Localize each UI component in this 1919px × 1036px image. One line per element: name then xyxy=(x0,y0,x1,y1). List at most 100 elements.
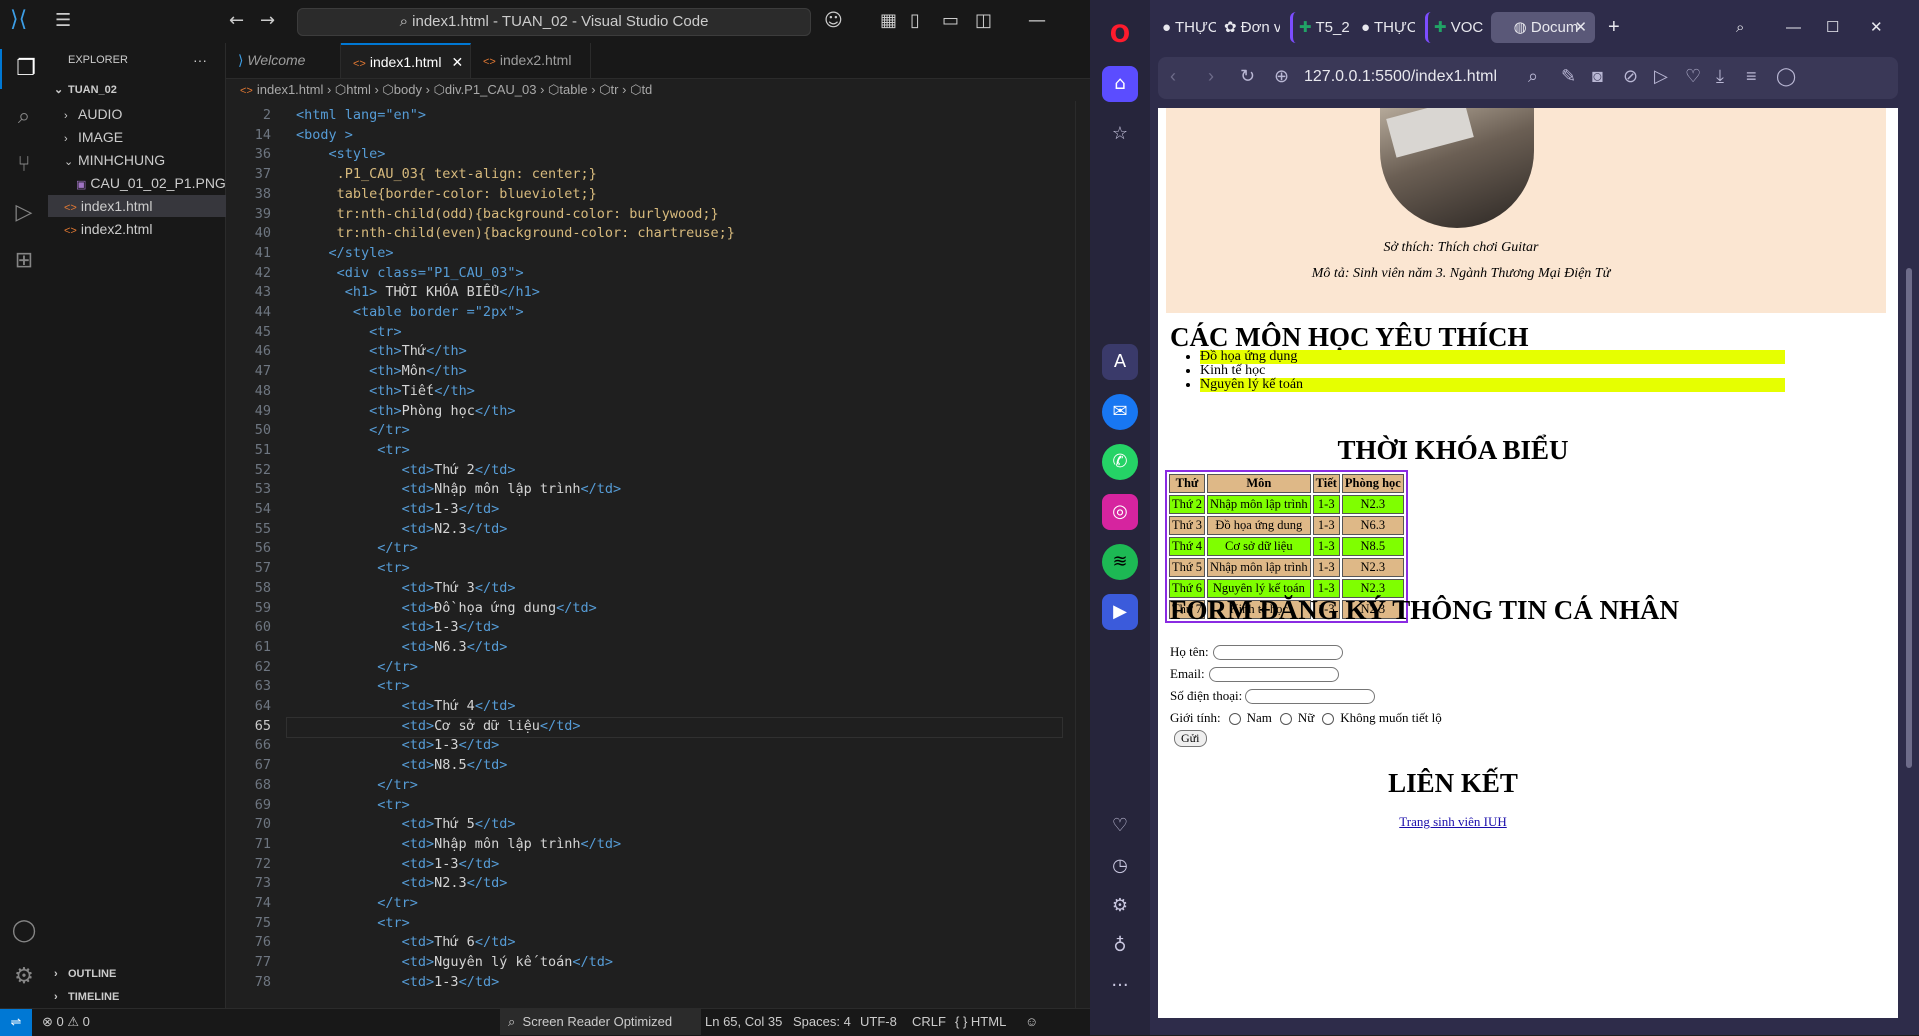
tab-index2[interactable]: <> index2.html xyxy=(471,43,591,78)
minimap[interactable] xyxy=(1075,101,1090,1008)
back-icon[interactable]: ‹ xyxy=(1170,66,1176,87)
line-ending[interactable]: CRLF xyxy=(912,1009,946,1035)
extensions-icon[interactable]: ⊞ xyxy=(0,241,48,281)
bookmark-heart-icon[interactable]: ♡ xyxy=(1685,66,1701,87)
breadcrumb-item[interactable]: table xyxy=(559,82,587,97)
search-icon[interactable]: ⌕ xyxy=(0,97,48,137)
easy-setup-icon[interactable]: ≡ xyxy=(1746,66,1757,87)
url-input[interactable]: 127.0.0.1:5500/index1.html xyxy=(1304,68,1497,86)
aria-icon[interactable]: A xyxy=(1102,344,1138,380)
reload-icon[interactable]: ↻ xyxy=(1240,66,1255,87)
opera-logo-icon[interactable]: O xyxy=(1102,16,1138,52)
settings-gear-icon[interactable]: ⚙ xyxy=(1102,888,1138,924)
history-icon[interactable]: ◷ xyxy=(1102,848,1138,884)
home-icon[interactable]: ⌂ xyxy=(1102,66,1138,102)
gender-radio-khong[interactable] xyxy=(1322,713,1335,726)
zoom-search-icon[interactable]: ⌕ xyxy=(1528,66,1538,87)
close-icon[interactable]: ✕ xyxy=(451,54,463,70)
breadcrumb-item[interactable]: tr xyxy=(611,82,619,97)
breadcrumb-item[interactable]: index1.html xyxy=(257,82,323,97)
web-page[interactable]: Sở thích: Thích chơi Guitar Mô tả: Sinh … xyxy=(1158,108,1898,1018)
scrollbar-thumb[interactable] xyxy=(1906,268,1912,768)
tips-bulb-icon[interactable]: ♁ xyxy=(1102,928,1138,964)
toggle-panel-icon[interactable]: ▭ xyxy=(942,10,959,31)
breadcrumb-item[interactable]: body xyxy=(394,82,422,97)
minimize-icon[interactable]: — xyxy=(1780,12,1810,43)
forward-icon[interactable]: › xyxy=(1208,66,1214,87)
name-input[interactable] xyxy=(1213,645,1343,660)
account-icon[interactable]: ◯ xyxy=(0,911,48,951)
workspace-root[interactable]: ⌄ TUAN_02 xyxy=(48,79,231,101)
browser-tab[interactable]: ● THỰC xyxy=(1156,12,1216,43)
close-tab-icon[interactable]: ✕ xyxy=(1574,12,1587,43)
tab-welcome[interactable]: ⟩ Welcome xyxy=(226,43,341,78)
edit-icon[interactable]: ✎ xyxy=(1561,66,1576,87)
browser-tab[interactable]: ● THỰC xyxy=(1355,12,1415,43)
source-control-icon[interactable]: ⑂ xyxy=(0,145,48,185)
email-input[interactable] xyxy=(1209,667,1339,682)
gender-radio-nu[interactable] xyxy=(1279,713,1292,726)
outline-section[interactable]: › OUTLINE xyxy=(48,963,231,985)
tree-file-index2[interactable]: <> index2.html xyxy=(48,218,241,240)
new-tab-button[interactable]: + xyxy=(1602,12,1632,43)
browser-tab[interactable]: ✿ Đơn v xyxy=(1218,12,1280,43)
page-scrollbar[interactable] xyxy=(1903,108,1917,1018)
phone-input[interactable] xyxy=(1245,689,1375,704)
problems-indicator[interactable]: ⊗ 0 ⚠ 0 xyxy=(42,1009,90,1035)
forward-icon[interactable]: → xyxy=(260,10,275,31)
tree-file-png[interactable]: ▣ CAU_01_02_P1.PNG xyxy=(48,172,253,194)
toggle-secondary-icon[interactable]: ◫ xyxy=(975,10,992,31)
language-mode[interactable]: { } HTML xyxy=(955,1009,1006,1035)
command-center[interactable]: ⌕ index1.html - TUAN_02 - Visual Studio … xyxy=(297,8,811,36)
iuh-link[interactable]: Trang sinh viên IUH xyxy=(1158,814,1748,830)
toggle-sidebar-icon[interactable]: ▯ xyxy=(910,10,920,31)
close-window-icon[interactable]: ✕ xyxy=(1864,12,1894,43)
cursor-position[interactable]: Ln 65, Col 35 xyxy=(705,1009,782,1035)
more-actions-icon[interactable]: ··· xyxy=(193,49,213,71)
browser-tab[interactable]: ✚ T5_2 xyxy=(1290,12,1352,43)
screen-reader-status[interactable]: ⌕ Screen Reader Optimized xyxy=(500,1009,701,1035)
site-info-icon[interactable]: ⊕ xyxy=(1274,66,1289,87)
whatsapp-icon[interactable]: ✆ xyxy=(1102,444,1138,480)
maximize-icon[interactable]: ☐ xyxy=(1820,12,1850,43)
tree-folder-audio[interactable]: › AUDIO xyxy=(48,103,241,125)
minimize-icon[interactable]: — xyxy=(1028,10,1046,31)
flow-icon[interactable]: ▷ xyxy=(1654,66,1668,87)
gender-radio-nam[interactable] xyxy=(1228,713,1241,726)
menu-icon[interactable]: ☰ xyxy=(55,10,71,31)
profile-icon[interactable]: ◯ xyxy=(1776,66,1796,87)
breadcrumb-item[interactable]: div.P1_CAU_03 xyxy=(445,82,537,97)
messenger-icon[interactable]: ✉ xyxy=(1102,394,1138,430)
encoding[interactable]: UTF-8 xyxy=(860,1009,897,1035)
tree-folder-minhchung[interactable]: ⌄ MINHCHUNG xyxy=(48,149,241,171)
more-icon[interactable]: ··· xyxy=(1102,968,1138,1004)
camera-icon[interactable]: ◙ xyxy=(1592,66,1603,87)
adblock-icon[interactable]: ⊘ xyxy=(1623,66,1638,87)
player-icon[interactable]: ▶ xyxy=(1102,594,1138,630)
copilot-status-icon[interactable]: ☺ xyxy=(1025,1009,1038,1035)
search-tabs-icon[interactable]: ⌕ xyxy=(1730,12,1760,43)
explorer-icon[interactable]: ❐ xyxy=(0,49,50,89)
breadcrumb-item[interactable]: td xyxy=(641,82,652,97)
browser-tab-active[interactable]: ◍ Docum ✕ xyxy=(1491,12,1595,43)
code-editor[interactable]: 2 <html lang="en"> 14 <body > 36 <style> 37 .… xyxy=(226,101,1090,1008)
tree-folder-image[interactable]: › IMAGE xyxy=(48,126,241,148)
run-debug-icon[interactable]: ▷ xyxy=(0,193,48,233)
heart-icon[interactable]: ♡ xyxy=(1102,808,1138,844)
browser-tab[interactable]: ✚ VOC xyxy=(1425,12,1487,43)
tree-file-index1[interactable]: <> index1.html xyxy=(48,195,241,217)
submit-button[interactable]: Gửi xyxy=(1174,730,1207,747)
pinboard-icon[interactable]: ☆ xyxy=(1102,116,1138,152)
spotify-icon[interactable]: ≋ xyxy=(1102,544,1138,580)
download-icon[interactable]: ⤓ xyxy=(1716,66,1724,87)
layout-icon[interactable]: ▦ xyxy=(880,10,897,31)
timeline-section[interactable]: › TIMELINE xyxy=(48,986,231,1008)
indentation[interactable]: Spaces: 4 xyxy=(793,1009,851,1035)
tab-index1[interactable]: <> index1.html ✕ xyxy=(341,43,471,78)
back-icon[interactable]: ← xyxy=(229,10,244,31)
instagram-icon[interactable]: ◎ xyxy=(1102,494,1138,530)
manage-gear-icon[interactable]: ⚙ xyxy=(0,957,48,997)
breadcrumb-item[interactable]: html xyxy=(346,82,371,97)
remote-icon[interactable]: ⇌ xyxy=(0,1009,32,1036)
copilot-icon[interactable]: ☺ xyxy=(824,10,843,31)
